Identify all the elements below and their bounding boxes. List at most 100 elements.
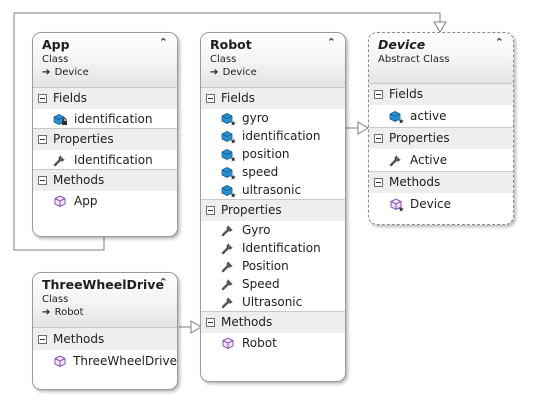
member-label: position <box>242 147 290 161</box>
wrench-property-icon <box>220 240 242 256</box>
class-shape-app[interactable]: App Class ➔ Device ⌃ Fields identificati… <box>32 32 178 237</box>
member-label: active <box>410 109 447 123</box>
minus-box-icon[interactable] <box>38 176 47 185</box>
svg-text:★: ★ <box>230 174 236 181</box>
class-name: ThreeWheelDrive <box>42 277 164 292</box>
field-icon: ★ <box>388 108 410 124</box>
class-header-robot[interactable]: Robot Class ➔ Device ⌃ <box>201 33 345 87</box>
minus-box-icon[interactable] <box>374 178 383 187</box>
member-row[interactable]: ★ position <box>201 145 345 163</box>
section-title: Properties <box>221 203 282 217</box>
section-methods-app[interactable]: Methods <box>33 169 177 191</box>
class-shape-device[interactable]: Device Abstract Class ⌃ Fields ★ active … <box>368 32 514 225</box>
section-methods-robot[interactable]: Methods <box>201 311 345 333</box>
properties-list: Active <box>369 149 513 171</box>
member-label: ThreeWheelDrive <box>73 354 177 368</box>
section-properties-app[interactable]: Properties <box>33 128 177 150</box>
member-label: Identification <box>242 241 321 255</box>
class-kind: Class <box>42 294 69 305</box>
minus-box-icon[interactable] <box>206 94 215 103</box>
minus-box-icon[interactable] <box>374 90 383 99</box>
class-shape-threewheeldrive[interactable]: ThreeWheelDrive Class ➔ Robot ⌃ Methods … <box>32 272 178 390</box>
method-cube-icon <box>220 335 242 351</box>
member-row[interactable]: Ultrasonic <box>201 293 345 311</box>
methods-list: Robot <box>201 333 345 352</box>
methods-list: ★ Device <box>369 193 513 215</box>
base-class: ➔ Robot <box>42 307 168 318</box>
member-row[interactable]: Position <box>201 257 345 275</box>
member-row[interactable]: App <box>33 191 177 210</box>
section-title: Methods <box>389 175 441 189</box>
private-field-icon: ★ <box>220 146 242 162</box>
svg-text:★: ★ <box>398 118 404 125</box>
member-row[interactable]: Robot <box>201 333 345 352</box>
member-label: Ultrasonic <box>242 295 303 309</box>
section-fields-device[interactable]: Fields <box>369 83 513 105</box>
section-title: Properties <box>389 131 450 145</box>
minus-box-icon[interactable] <box>38 94 47 103</box>
methods-list: App <box>33 191 177 210</box>
member-row[interactable]: ★ Device <box>369 193 513 215</box>
member-row[interactable]: ★ gyro <box>201 109 345 127</box>
section-title: Fields <box>53 91 87 105</box>
minus-box-icon[interactable] <box>38 334 47 344</box>
minus-box-icon[interactable] <box>206 206 215 215</box>
svg-text:★: ★ <box>230 156 236 163</box>
minus-box-icon[interactable] <box>374 134 383 143</box>
wrench-property-icon <box>220 276 242 292</box>
member-row[interactable]: ★ active <box>369 105 513 127</box>
chevron-up-collapse-icon[interactable]: ⌃ <box>159 36 168 49</box>
section-title: Methods <box>53 173 105 187</box>
section-properties-robot[interactable]: Properties <box>201 199 345 221</box>
member-row[interactable]: ★ ultrasonic <box>201 181 345 199</box>
member-row[interactable]: Identification <box>33 150 177 169</box>
member-row[interactable]: ★ identification <box>201 127 345 145</box>
wrench-property-icon <box>220 294 242 310</box>
class-name: Robot <box>210 37 252 52</box>
member-row[interactable]: Speed <box>201 275 345 293</box>
minus-box-icon[interactable] <box>38 135 47 144</box>
base-class-name: Device <box>222 67 257 78</box>
fields-list: ★ active <box>369 105 513 127</box>
class-shape-robot[interactable]: Robot Class ➔ Device ⌃ Fields ★ gyro ★ i… <box>200 32 346 382</box>
member-row[interactable]: Gyro <box>201 221 345 239</box>
section-properties-device[interactable]: Properties <box>369 127 513 149</box>
class-header-threewheeldrive[interactable]: ThreeWheelDrive Class ➔ Robot ⌃ <box>33 273 177 327</box>
class-name: App <box>42 37 70 52</box>
chevron-up-collapse-icon[interactable]: ⌃ <box>327 36 336 49</box>
member-label: speed <box>242 165 279 179</box>
member-label: gyro <box>242 111 269 125</box>
section-fields-robot[interactable]: Fields <box>201 87 345 109</box>
chevron-up-collapse-icon[interactable]: ⌃ <box>495 36 504 49</box>
member-label: Device <box>410 197 452 211</box>
inherits-arrow-icon: ➔ <box>42 67 51 78</box>
section-title: Fields <box>221 91 255 105</box>
section-fields-app[interactable]: Fields <box>33 87 177 109</box>
member-row[interactable]: ThreeWheelDrive <box>33 350 177 372</box>
base-class: ➔ Device <box>42 67 168 78</box>
member-row[interactable]: ★ speed <box>201 163 345 181</box>
class-kind: Abstract Class <box>378 54 450 65</box>
member-row[interactable]: identification <box>33 109 177 128</box>
member-label: Position <box>242 259 289 273</box>
class-kind: Class <box>42 54 69 65</box>
wrench-property-icon <box>388 152 410 168</box>
svg-text:★: ★ <box>230 192 236 199</box>
robot-inherits-arrowhead <box>357 121 369 135</box>
class-header-app[interactable]: App Class ➔ Device ⌃ <box>33 33 177 87</box>
member-row[interactable]: Active <box>369 149 513 171</box>
wrench-property-icon <box>220 258 242 274</box>
section-methods-device[interactable]: Methods <box>369 171 513 193</box>
class-header-device[interactable]: Device Abstract Class ⌃ <box>369 33 513 83</box>
member-row[interactable]: Identification <box>201 239 345 257</box>
member-label: Gyro <box>242 223 271 237</box>
minus-box-icon[interactable] <box>206 318 215 327</box>
wrench-property-icon <box>220 222 242 238</box>
section-title: Methods <box>53 331 105 346</box>
member-label: identification <box>242 129 321 143</box>
section-methods-threewheeldrive[interactable]: Methods <box>33 327 177 350</box>
app-inherits-arrowhead <box>433 21 447 33</box>
fields-list: identification <box>33 109 177 128</box>
class-name: Device <box>378 37 426 52</box>
chevron-up-collapse-icon[interactable]: ⌃ <box>159 276 168 289</box>
